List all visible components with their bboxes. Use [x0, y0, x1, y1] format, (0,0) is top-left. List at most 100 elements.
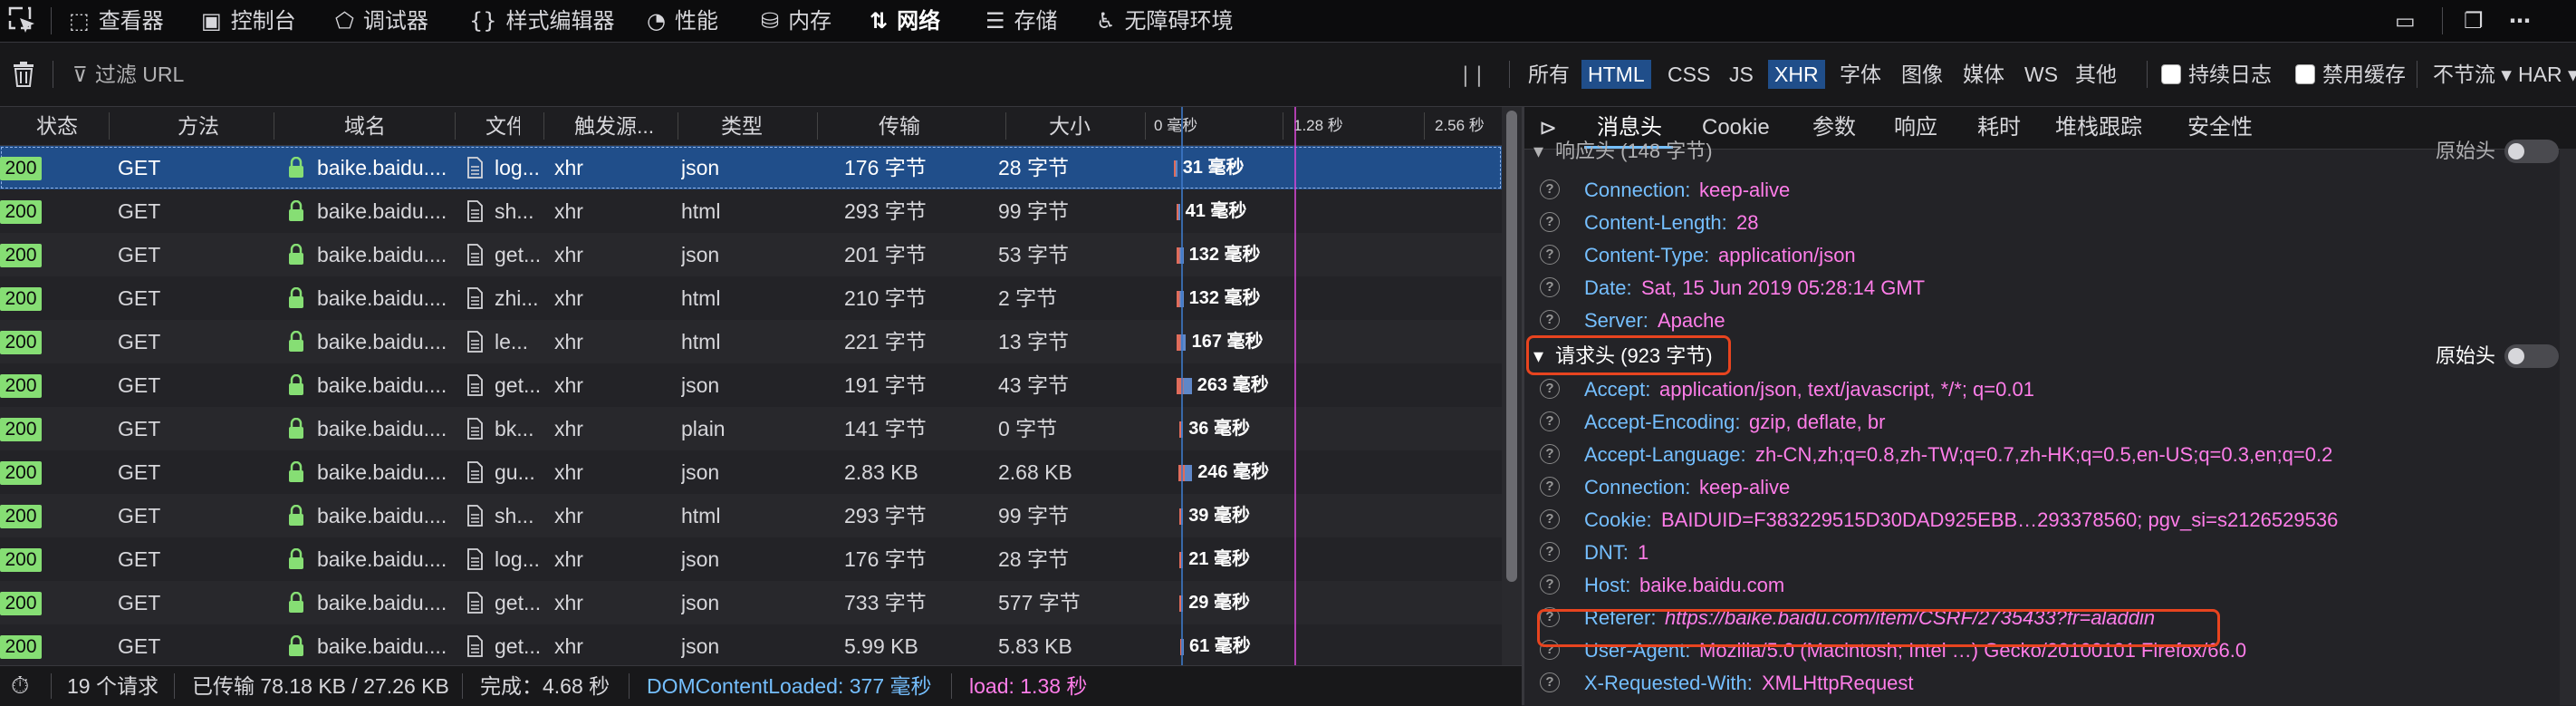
request-row[interactable]: 200 GET baike.baidu.... gu... xhr json 2.83 KB… [0, 450, 1502, 494]
type-filter-images[interactable]: 图像 [1895, 60, 1949, 89]
type-filter-all[interactable]: 所有 [1522, 60, 1576, 89]
element-picker-button[interactable] [7, 0, 38, 42]
help-icon[interactable]: ? [1540, 245, 1560, 265]
column-method[interactable]: 方法 [178, 107, 277, 145]
transferred-summary: 已传输 78.18 KB / 27.26 KB [192, 674, 449, 698]
header-row[interactable]: ? Date: Sat, 15 Jun 2019 05:28:14 GMT [1524, 272, 2576, 305]
status-badge: 200 [0, 200, 42, 224]
request-row[interactable]: 200 GET baike.baidu.... get... xhr json 5.99 K… [0, 624, 1502, 665]
more-options-button[interactable]: ⋯ [2509, 0, 2540, 42]
type-filter-css[interactable]: CSS [1661, 60, 1716, 89]
request-row[interactable]: 200 GET baike.baidu.... zhi... xhr html 210 字节… [0, 276, 1502, 320]
lock-icon [289, 157, 303, 178]
header-row[interactable]: ? Cookie: BAIDUID=F383229515D30DAD925EBB…2… [1524, 504, 2576, 537]
help-icon[interactable]: ? [1540, 212, 1560, 232]
request-duration: 39 毫秒 [1188, 506, 1250, 526]
header-row[interactable]: ? Connection: keep-alive [1524, 174, 2576, 207]
column-domain[interactable]: 域名 [344, 107, 444, 145]
load-marker [1294, 107, 1296, 665]
header-row[interactable]: ? DNT: 1 [1524, 537, 2576, 569]
header-value: 1 [1638, 541, 1649, 564]
url-filter-input[interactable]: ⊽ 过滤 URL [72, 43, 184, 106]
tab-style-editor[interactable]: {} 样式编辑器 [469, 0, 615, 42]
tab-accessibility[interactable]: ♿ 无障碍环境 [1096, 0, 1234, 42]
help-icon[interactable]: ? [1540, 444, 1560, 464]
column-status[interactable]: 状态 [36, 107, 109, 145]
request-cause: xhr [554, 504, 583, 527]
request-row[interactable]: 200 GET baike.baidu.... get... xhr json 733 字节… [0, 581, 1502, 624]
help-icon[interactable]: ? [1540, 277, 1560, 297]
scrollbar-thumb[interactable] [1506, 111, 1517, 582]
tab-performance[interactable]: ◔ 性能 [647, 0, 718, 42]
performance-analysis-button[interactable]: ⏱ [11, 666, 29, 706]
header-row[interactable]: ? Connection: keep-alive [1524, 471, 2576, 504]
help-icon[interactable]: ? [1540, 310, 1560, 330]
help-icon[interactable]: ? [1540, 509, 1560, 529]
request-type: json [681, 460, 720, 484]
column-file[interactable]: 文件 [485, 107, 520, 145]
help-icon[interactable]: ? [1540, 411, 1560, 431]
request-row[interactable]: 200 GET baike.baidu.... le... xhr html 221 字节 1… [0, 320, 1502, 363]
request-domain: baike.baidu.... [317, 634, 447, 658]
pause-button[interactable]: | | [1462, 43, 1483, 106]
column-transferred[interactable]: 传输 [879, 107, 960, 145]
column-size[interactable]: 大小 [1049, 107, 1121, 145]
header-value: zh-CN,zh;q=0.8,zh-TW;q=0.7,zh-HK;q=0.5,e… [1755, 443, 2333, 466]
type-filter-js[interactable]: JS [1723, 60, 1760, 89]
pause-icon: | | [1462, 63, 1483, 87]
help-icon[interactable]: ? [1540, 379, 1560, 399]
request-row[interactable]: 200 GET baike.baidu.... log... xhr json 176 字节… [0, 537, 1502, 581]
tab-storage[interactable]: ☰ 存储 [985, 0, 1058, 42]
type-filter-fonts[interactable]: 字体 [1833, 60, 1888, 89]
help-icon[interactable]: ? [1540, 672, 1560, 692]
raw-headers-toggle[interactable] [2504, 140, 2559, 163]
header-row[interactable]: ? X-Requested-With: XMLHttpRequest [1524, 667, 2576, 700]
clear-button[interactable] [13, 43, 34, 106]
header-row[interactable]: ? Accept-Language: zh-CN,zh;q=0.8,zh-TW;q=… [1524, 439, 2576, 471]
help-icon[interactable]: ? [1540, 179, 1560, 199]
throttle-select[interactable]: 不节流 ▾ [2433, 43, 2512, 106]
request-row[interactable]: 200 GET baike.baidu.... get... xhr json 201 字节… [0, 233, 1502, 276]
header-row[interactable]: ? Accept: application/json, text/javascrip… [1524, 373, 2576, 406]
request-row[interactable]: 200 GET baike.baidu.... sh... xhr html 293 字节 9… [0, 494, 1502, 537]
header-row[interactable]: ? Content-Length: 28 [1524, 207, 2576, 239]
column-cause[interactable]: 触发源... [574, 107, 674, 145]
responsive-mode-button[interactable]: ▭ [2395, 0, 2425, 42]
tab-inspector[interactable]: ⬚ 查看器 [69, 0, 164, 42]
file-icon [467, 331, 483, 353]
load-time: load: 1.38 秒 [969, 674, 1088, 698]
request-row[interactable]: 200 GET baike.baidu.... get... xhr json 191 字节… [0, 363, 1502, 407]
request-cause: xhr [554, 591, 583, 614]
header-name: Accept-Encoding: [1584, 411, 1741, 433]
header-row[interactable]: ? Accept-Encoding: gzip, deflate, br [1524, 406, 2576, 439]
type-filter-html[interactable]: HTML [1581, 60, 1651, 89]
request-list-scrollbar[interactable] [1502, 107, 1522, 665]
type-filter-xhr[interactable]: XHR [1768, 60, 1825, 89]
raw-headers-toggle[interactable] [2504, 344, 2559, 368]
dock-button[interactable]: ❐ [2464, 0, 2493, 42]
help-icon[interactable]: ? [1540, 575, 1560, 595]
header-row[interactable]: ? Content-Type: application/json [1524, 239, 2576, 272]
type-filter-other[interactable]: 其他 [2069, 60, 2123, 89]
type-filter-ws[interactable]: WS [2018, 60, 2064, 89]
tab-console[interactable]: ▣ 控制台 [201, 0, 296, 42]
persist-logs-checkbox[interactable]: 持续日志 [2161, 43, 2272, 106]
request-row[interactable]: 200 GET baike.baidu.... bk... xhr plain 141 字节… [0, 407, 1502, 450]
help-icon[interactable]: ? [1540, 542, 1560, 562]
header-row[interactable]: ? Host: baike.baidu.com [1524, 569, 2576, 602]
tab-debugger[interactable]: ⬠ 调试器 [335, 0, 428, 42]
tab-network[interactable]: ⇅ 网络 [870, 0, 940, 42]
disable-cache-checkbox[interactable]: 禁用缓存 [2295, 43, 2406, 106]
column-type[interactable]: 类型 [721, 107, 775, 145]
header-value: 28 [1736, 211, 1759, 234]
header-row[interactable]: ? Server: Apache [1524, 305, 2576, 337]
har-menu-button[interactable]: HAR ▾ [2518, 43, 2576, 106]
help-icon[interactable]: ? [1540, 477, 1560, 497]
response-headers-section[interactable]: ▾ 响应头 (148 字节) 原始头 [1524, 134, 2576, 169]
details-scrollbar[interactable] [2560, 149, 2576, 705]
request-method: GET [118, 373, 161, 397]
type-filter-media[interactable]: 媒体 [1956, 60, 2011, 89]
request-row[interactable]: 200 GET baike.baidu.... log... xhr json 176 字节… [0, 146, 1502, 189]
request-row[interactable]: 200 GET baike.baidu.... sh... xhr html 293 字节 9… [0, 189, 1502, 233]
tab-memory[interactable]: ⛁ 内存 [761, 0, 831, 42]
